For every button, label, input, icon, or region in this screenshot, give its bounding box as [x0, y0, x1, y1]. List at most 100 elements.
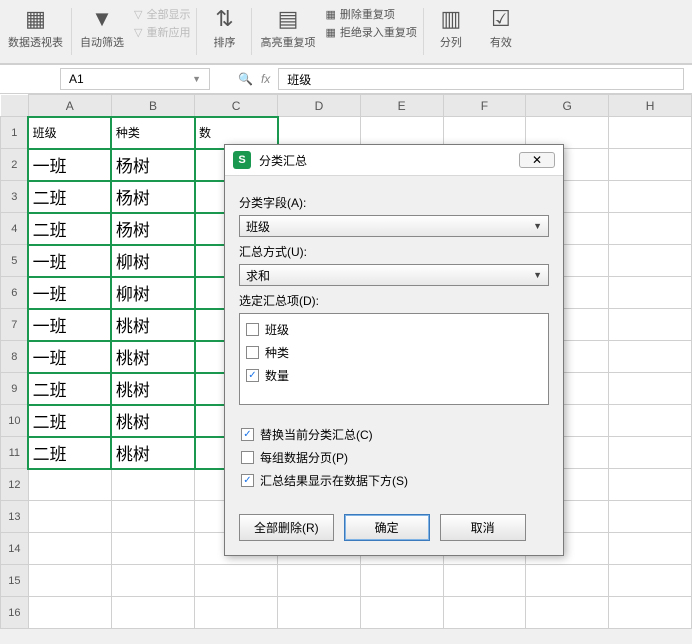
cell[interactable]: [609, 181, 692, 213]
cell[interactable]: [360, 565, 443, 597]
cell[interactable]: 二班: [28, 181, 111, 213]
cell[interactable]: [526, 565, 609, 597]
row-header[interactable]: 12: [1, 469, 29, 501]
formula-bar[interactable]: 班级: [278, 68, 684, 90]
cell[interactable]: 班级: [28, 117, 111, 149]
row-header[interactable]: 2: [1, 149, 29, 181]
cell[interactable]: [111, 501, 194, 533]
highlight-dup-button[interactable]: ▤ 高亮重复项: [254, 4, 321, 59]
cell[interactable]: [609, 565, 692, 597]
col-header[interactable]: E: [360, 95, 443, 117]
pivot-table-button[interactable]: ▦ 数据透视表: [2, 4, 69, 59]
cell[interactable]: 一班: [28, 341, 111, 373]
cell[interactable]: [111, 565, 194, 597]
cell[interactable]: 桃树: [111, 341, 194, 373]
cell[interactable]: 二班: [28, 373, 111, 405]
col-header[interactable]: D: [278, 95, 361, 117]
cell[interactable]: 一班: [28, 149, 111, 181]
cell[interactable]: [111, 533, 194, 565]
row-header[interactable]: 11: [1, 437, 29, 469]
cell[interactable]: [111, 597, 194, 629]
cell[interactable]: 杨树: [111, 149, 194, 181]
col-header[interactable]: A: [28, 95, 111, 117]
checkbox[interactable]: [246, 346, 259, 359]
checkbox[interactable]: [241, 428, 254, 441]
cell[interactable]: [278, 565, 361, 597]
cell[interactable]: [609, 213, 692, 245]
cell[interactable]: 一班: [28, 245, 111, 277]
cell[interactable]: [28, 597, 111, 629]
checkbox[interactable]: [246, 369, 259, 382]
row-header[interactable]: 1: [1, 117, 29, 149]
cell[interactable]: 杨树: [111, 181, 194, 213]
cell[interactable]: [609, 245, 692, 277]
cell[interactable]: 桃树: [111, 309, 194, 341]
cell[interactable]: 二班: [28, 213, 111, 245]
cell[interactable]: [28, 533, 111, 565]
cell[interactable]: 桃树: [111, 405, 194, 437]
cell[interactable]: [609, 405, 692, 437]
validity-button[interactable]: ☑ 有效: [476, 4, 526, 59]
row-header[interactable]: 7: [1, 309, 29, 341]
cell[interactable]: 二班: [28, 437, 111, 469]
row-header[interactable]: 13: [1, 501, 29, 533]
autofilter-button[interactable]: ▼ 自动筛选: [74, 4, 130, 59]
text-to-columns-button[interactable]: ▥ 分列: [426, 4, 476, 59]
field-select[interactable]: 班级▼: [239, 215, 549, 237]
cell[interactable]: [609, 437, 692, 469]
zoom-icon[interactable]: 🔍: [238, 72, 253, 86]
col-header[interactable]: G: [526, 95, 609, 117]
cell[interactable]: [28, 565, 111, 597]
cell[interactable]: 杨树: [111, 213, 194, 245]
cell[interactable]: [278, 597, 361, 629]
sort-button[interactable]: ⇅ 排序: [199, 4, 249, 59]
fx-icon[interactable]: fx: [261, 72, 270, 86]
row-header[interactable]: 4: [1, 213, 29, 245]
select-all-corner[interactable]: [1, 95, 29, 117]
method-select[interactable]: 求和▼: [239, 264, 549, 286]
cell[interactable]: [609, 597, 692, 629]
cell[interactable]: [28, 469, 111, 501]
cell[interactable]: [195, 597, 278, 629]
opt-replace-row[interactable]: 替换当前分类汇总(C): [239, 423, 549, 446]
cell[interactable]: [609, 149, 692, 181]
row-header[interactable]: 16: [1, 597, 29, 629]
cell[interactable]: 柳树: [111, 245, 194, 277]
checkbox[interactable]: [241, 451, 254, 464]
remove-dup-button[interactable]: ▦删除重复项: [325, 6, 416, 22]
cell[interactable]: 桃树: [111, 373, 194, 405]
col-header[interactable]: C: [195, 95, 278, 117]
cell[interactable]: [360, 597, 443, 629]
reject-dup-button[interactable]: ▦拒绝录入重复项: [325, 24, 416, 40]
checkbox[interactable]: [246, 323, 259, 336]
cell[interactable]: [526, 597, 609, 629]
cell[interactable]: [609, 469, 692, 501]
cancel-button[interactable]: 取消: [440, 514, 526, 541]
cell[interactable]: [28, 501, 111, 533]
items-listbox[interactable]: 班级 种类 数量: [239, 313, 549, 405]
row-header[interactable]: 3: [1, 181, 29, 213]
item-row[interactable]: 数量: [244, 364, 544, 387]
checkbox[interactable]: [241, 474, 254, 487]
row-header[interactable]: 14: [1, 533, 29, 565]
item-row[interactable]: 班级: [244, 318, 544, 341]
name-box[interactable]: A1 ▼: [60, 68, 210, 90]
cell[interactable]: 种类: [111, 117, 194, 149]
cell[interactable]: [609, 309, 692, 341]
cell[interactable]: [111, 469, 194, 501]
row-header[interactable]: 8: [1, 341, 29, 373]
row-header[interactable]: 6: [1, 277, 29, 309]
opt-pagebreak-row[interactable]: 每组数据分页(P): [239, 446, 549, 469]
cell[interactable]: [609, 501, 692, 533]
cell[interactable]: 一班: [28, 277, 111, 309]
cell[interactable]: 二班: [28, 405, 111, 437]
cell[interactable]: [443, 565, 526, 597]
cell[interactable]: [195, 565, 278, 597]
row-header[interactable]: 5: [1, 245, 29, 277]
col-header[interactable]: F: [443, 95, 526, 117]
row-header[interactable]: 9: [1, 373, 29, 405]
cell[interactable]: [609, 533, 692, 565]
cell[interactable]: [609, 277, 692, 309]
dialog-close-button[interactable]: ✕: [519, 152, 555, 168]
row-header[interactable]: 10: [1, 405, 29, 437]
